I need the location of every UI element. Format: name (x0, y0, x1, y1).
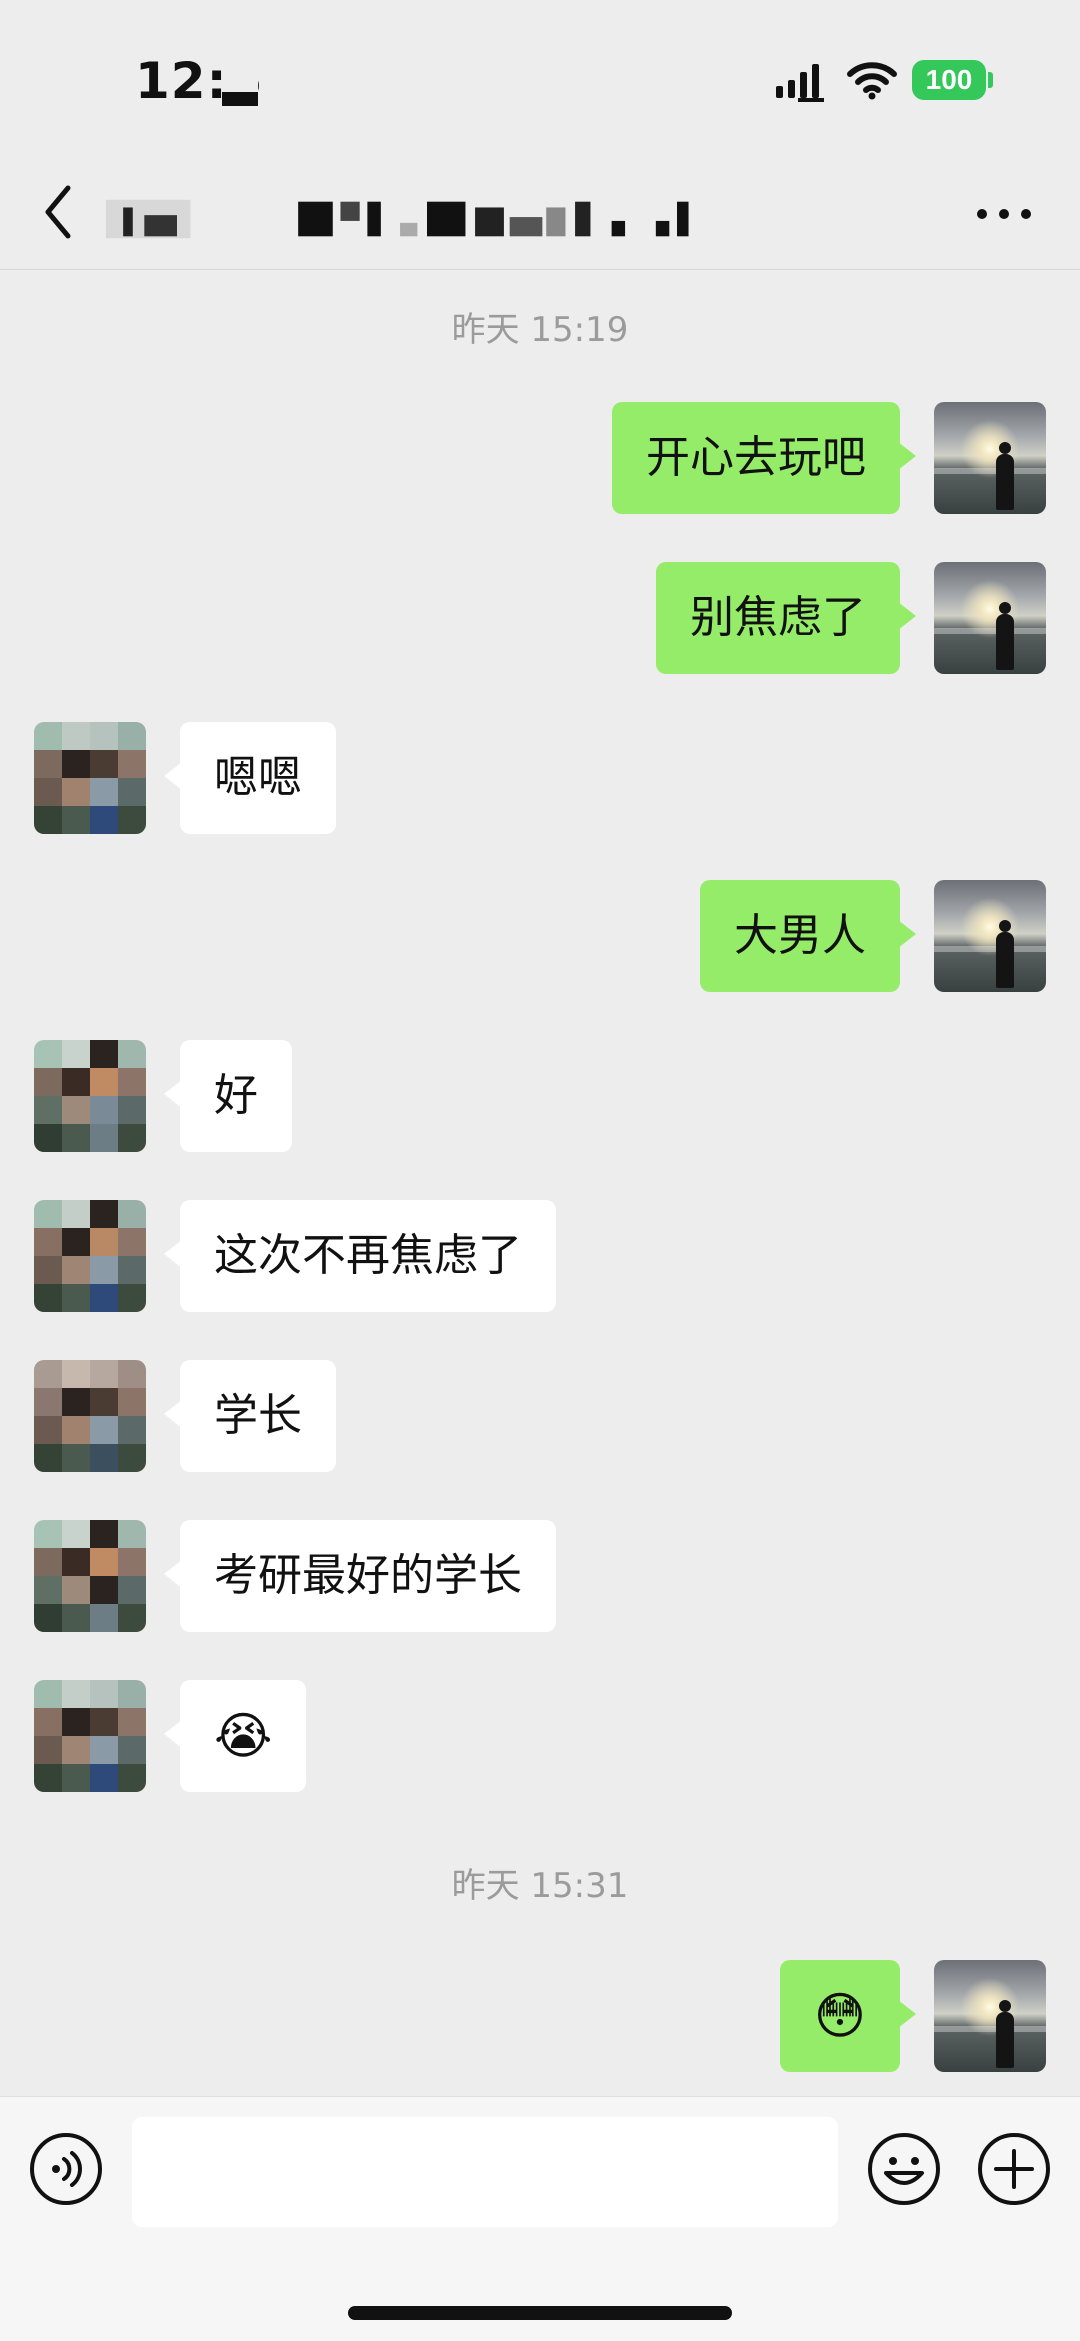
contact-avatar[interactable] (34, 722, 146, 834)
back-icon[interactable] (38, 182, 78, 242)
battery-indicator: 100 (912, 60, 986, 100)
my-avatar[interactable] (934, 562, 1046, 674)
message-bubble-received[interactable]: 学长 (164, 1360, 336, 1472)
message-bubble-received[interactable]: 😭 (163, 1680, 307, 1792)
home-indicator (348, 2306, 732, 2320)
message-bubble-sent[interactable]: 别焦虑了 (656, 562, 916, 674)
voice-icon[interactable] (28, 2131, 104, 2207)
my-avatar[interactable] (934, 880, 1046, 992)
contact-avatar[interactable] (34, 1520, 146, 1632)
message-input[interactable] (132, 2117, 838, 2227)
plus-icon[interactable] (976, 2131, 1052, 2207)
contact-avatar[interactable] (34, 1360, 146, 1472)
my-avatar[interactable] (934, 402, 1046, 514)
message-bubble-sent[interactable]: 开心去玩吧 (612, 402, 916, 514)
message-bubble-received[interactable]: 这次不再焦虑了 (164, 1200, 556, 1312)
contact-avatar[interactable] (34, 1200, 146, 1312)
smile-icon[interactable] (866, 2131, 942, 2207)
wifi-icon (847, 62, 897, 100)
cellular-signal-icon (776, 64, 824, 102)
contact-avatar[interactable] (34, 1680, 146, 1792)
message-bubble-sent[interactable]: 大男人 (700, 880, 916, 992)
status-bar: 12:5 100 (0, 0, 1080, 160)
more-icon[interactable] (974, 204, 1034, 224)
contact-name-redacted (105, 199, 689, 239)
contact-avatar[interactable] (34, 1040, 146, 1152)
timestamp: 昨天 15:19 (451, 310, 629, 350)
my-avatar[interactable] (934, 1960, 1046, 2072)
input-bar (0, 2096, 1080, 2341)
battery-cap (988, 72, 993, 88)
message-bubble-received[interactable]: 嗯嗯 (164, 722, 336, 834)
message-bubble-received[interactable]: 好 (164, 1040, 292, 1152)
message-bubble-sent[interactable]: 😳 (779, 1960, 917, 2072)
time-redaction (222, 60, 258, 106)
timestamp: 昨天 15:31 (451, 1866, 629, 1906)
chat-header (0, 160, 1080, 270)
message-bubble-received[interactable]: 考研最好的学长 (164, 1520, 556, 1632)
